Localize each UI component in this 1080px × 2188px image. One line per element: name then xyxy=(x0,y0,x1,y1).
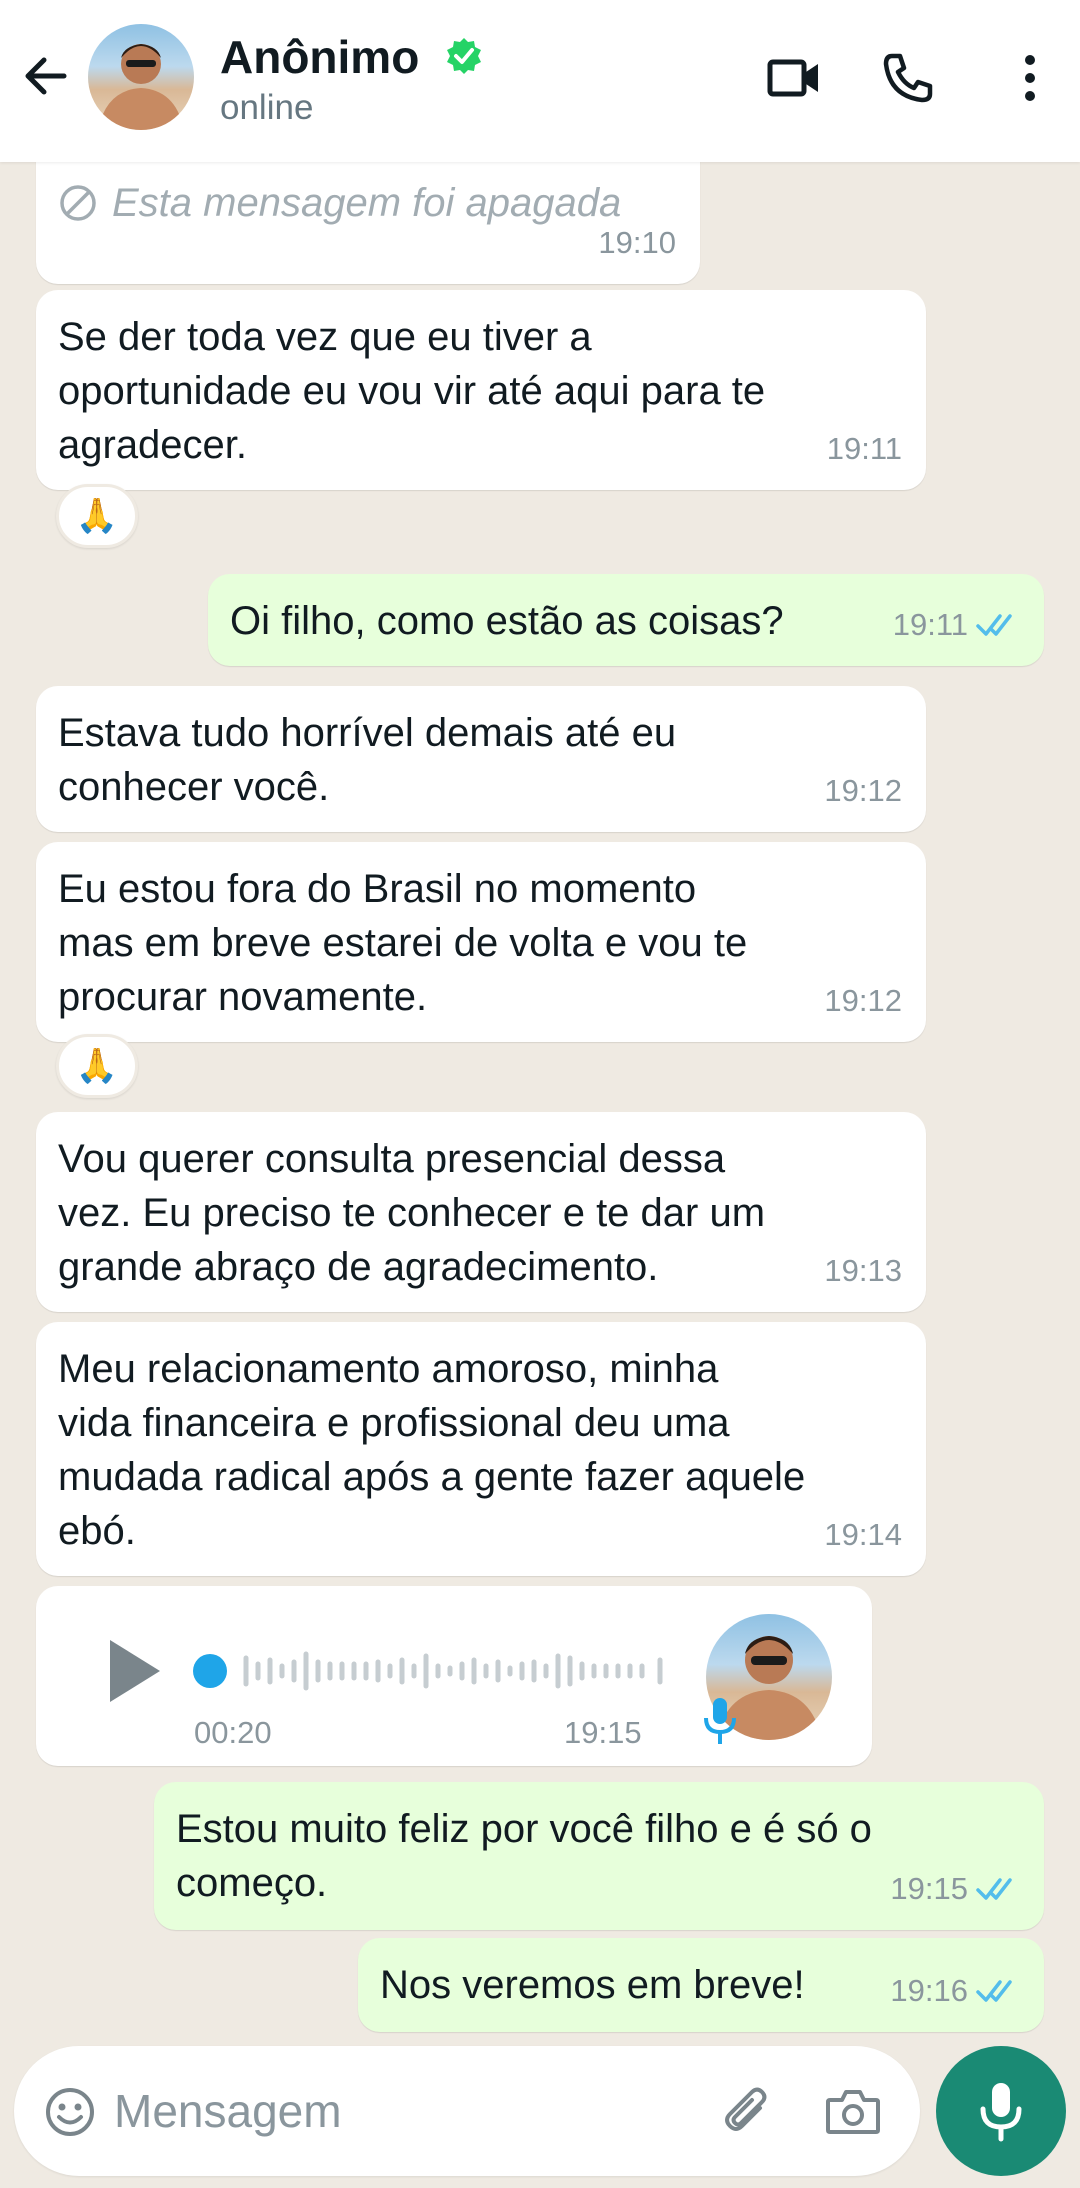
audio-duration: 00:20 xyxy=(194,1715,272,1750)
message-outgoing[interactable]: Nos veremos em breve! 19:16 xyxy=(358,1938,1044,2032)
voice-message[interactable]: 00:20 19:15 xyxy=(36,1586,872,1766)
message-list[interactable]: Esta mensagem foi apagada 19:10 Se der t… xyxy=(0,162,1080,2042)
paperclip-icon[interactable] xyxy=(720,2086,776,2142)
microphone-icon xyxy=(980,2083,1022,2142)
message-incoming[interactable]: Eu estou fora do Brasil no momento mas e… xyxy=(36,842,926,1042)
more-options-icon[interactable] xyxy=(1000,48,1060,108)
verified-badge-icon xyxy=(447,38,481,74)
message-text: Estava tudo horrível demais até eu conhe… xyxy=(58,711,677,809)
emoji-icon[interactable] xyxy=(44,2086,96,2138)
phone-icon[interactable] xyxy=(878,48,938,108)
contact-name[interactable]: Anônimo xyxy=(220,30,419,84)
message-time: 19:10 xyxy=(598,225,676,260)
read-ticks-icon xyxy=(976,1878,1012,1900)
read-ticks-icon xyxy=(976,1980,1012,2002)
message-text: Vou querer consulta presencial dessa vez… xyxy=(58,1137,766,1289)
message-incoming[interactable]: Vou querer consulta presencial dessa vez… xyxy=(36,1112,926,1312)
back-arrow-icon[interactable] xyxy=(18,48,74,104)
read-ticks-icon xyxy=(976,614,1012,636)
message-time: 19:13 xyxy=(824,1253,902,1288)
message-outgoing[interactable]: Oi filho, como estão as coisas? 19:11 xyxy=(208,574,1044,666)
camera-icon[interactable] xyxy=(824,2086,882,2138)
message-input-bar xyxy=(14,2046,920,2176)
message-reaction[interactable]: 🙏 xyxy=(56,1034,138,1098)
message-input[interactable] xyxy=(114,2078,674,2144)
voice-record-button[interactable] xyxy=(936,2046,1066,2176)
message-incoming[interactable]: Se der toda vez que eu tiver a oportunid… xyxy=(36,290,926,490)
message-time: 19:14 xyxy=(824,1517,902,1552)
message-time: 19:12 xyxy=(824,983,902,1018)
message-text: Se der toda vez que eu tiver a oportunid… xyxy=(58,315,766,467)
message-time: 19:15 xyxy=(564,1715,642,1750)
contact-avatar[interactable] xyxy=(88,24,194,130)
message-time: 19:11 xyxy=(892,607,968,642)
message-time: 19:15 xyxy=(890,1871,968,1906)
message-incoming[interactable]: Meu relacionamento amoroso, minha vida f… xyxy=(36,1322,926,1576)
message-time: 19:11 xyxy=(826,431,902,466)
play-icon[interactable] xyxy=(104,1636,164,1706)
message-text: Eu estou fora do Brasil no momento mas e… xyxy=(58,867,748,1019)
deleted-icon xyxy=(60,185,96,221)
message-text: Esta mensagem foi apagada xyxy=(112,181,622,225)
message-time: 19:12 xyxy=(824,773,902,808)
message-incoming[interactable]: Estava tudo horrível demais até eu conhe… xyxy=(36,686,926,832)
message-outgoing[interactable]: Estou muito feliz por você filho e é só … xyxy=(154,1782,1044,1930)
microphone-badge-icon xyxy=(704,1698,736,1744)
audio-waveform[interactable] xyxy=(192,1646,712,1696)
chat-header: Anônimo online xyxy=(0,0,1080,162)
message-text: Meu relacionamento amoroso, minha vida f… xyxy=(58,1347,806,1553)
message-time: 19:16 xyxy=(890,1973,968,2008)
message-reaction[interactable]: 🙏 xyxy=(56,484,138,548)
contact-status: online xyxy=(220,88,314,127)
message-deleted[interactable]: Esta mensagem foi apagada 19:10 xyxy=(36,162,700,284)
audio-progress-dot xyxy=(193,1654,227,1688)
video-call-icon[interactable] xyxy=(764,48,824,108)
